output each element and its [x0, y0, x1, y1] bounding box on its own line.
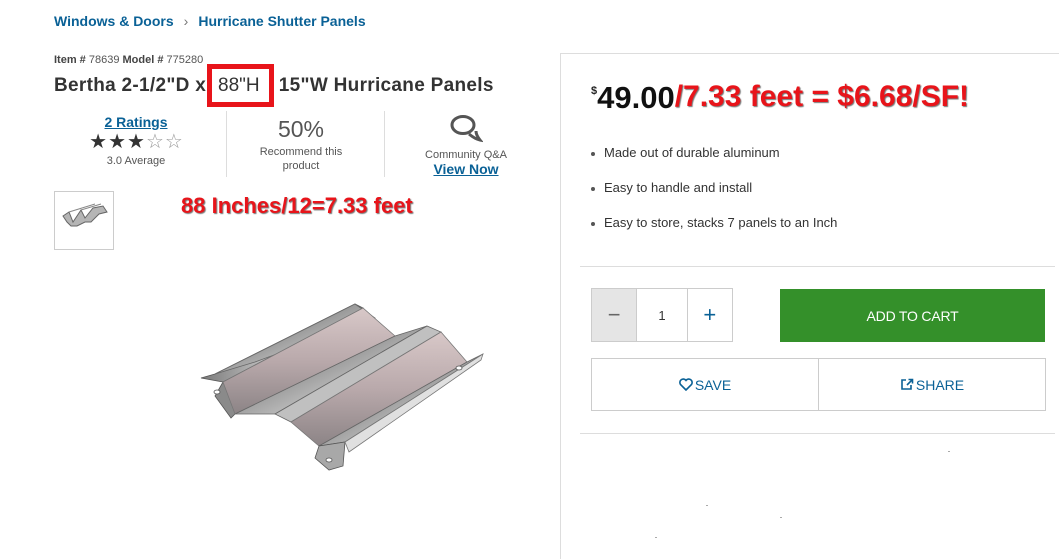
share-button[interactable]: SHARE: [818, 358, 1046, 411]
star-filled-icon: ★: [127, 131, 145, 153]
price-amount: 49.00: [597, 80, 675, 115]
price-calculation-annotation: /7.33 feet = $6.68/SF!: [674, 80, 970, 113]
divider: [384, 111, 385, 177]
star-filled-icon: ★: [89, 131, 108, 153]
divider: [226, 111, 227, 177]
feature-text: Easy to handle and install: [604, 180, 753, 195]
divider: [580, 266, 1055, 267]
chat-bubbles-icon: [450, 115, 484, 143]
list-item: Easy to store, stacks 7 panels to an Inc…: [591, 215, 837, 250]
recommend-label-line1: Recommend this: [259, 146, 343, 158]
artifact-speck: [706, 505, 708, 506]
chevron-right-icon: ›: [183, 13, 189, 29]
divider: [580, 433, 1055, 434]
breadcrumb-link-hurricane-shutter-panels[interactable]: Hurricane Shutter Panels: [198, 13, 365, 29]
star-empty-icon: ☆: [164, 131, 183, 153]
add-to-cart-button[interactable]: ADD TO CART: [780, 289, 1045, 342]
breadcrumb: Windows & Doors › Hurricane Shutter Pane…: [54, 13, 366, 29]
quantity-input[interactable]: 1: [637, 289, 687, 341]
inches-annotation: 88 Inches/12=7.33 feet: [181, 193, 413, 218]
quantity-decrease-button[interactable]: −: [592, 289, 638, 341]
highlight-annotation-box: 88"H: [207, 64, 274, 107]
item-label: Item #: [54, 54, 86, 66]
panel-thumbnail-image: [62, 203, 108, 227]
view-now-link[interactable]: View Now: [405, 161, 527, 177]
ratings-summary: 2 Ratings ★ ★ ★ ☆ ☆ 3.0 Average: [84, 114, 188, 167]
star-filled-icon: ★: [108, 131, 127, 153]
bullet-icon: [591, 222, 595, 226]
list-item: Easy to handle and install: [591, 180, 837, 215]
rating-average: 3.0 Average: [106, 155, 166, 167]
list-item: Made out of durable aluminum: [591, 145, 837, 180]
artifact-speck: [655, 537, 657, 538]
hurricane-panel-image: [200, 303, 484, 471]
star-empty-icon: ☆: [145, 131, 164, 153]
heart-icon: [679, 378, 693, 391]
bullet-icon: [591, 152, 595, 156]
share-icon: [901, 378, 914, 390]
highlight-annotation-text: 88"H: [218, 75, 260, 96]
recommend-label-line2: product: [282, 160, 320, 172]
artifact-speck: [780, 517, 782, 518]
item-model-line: Item # 78639 Model # 775280: [54, 54, 203, 66]
feature-text: Made out of durable aluminum: [604, 145, 780, 160]
community-qa-label: Community Q&A: [425, 149, 507, 161]
feature-text: Easy to store, stacks 7 panels to an Inc…: [604, 215, 838, 230]
community-qa: Community Q&A View Now: [405, 114, 527, 177]
save-button[interactable]: SAVE: [591, 358, 819, 411]
item-number: 78639: [88, 54, 120, 66]
star-rating: ★ ★ ★ ☆ ☆: [84, 132, 188, 152]
recommend-percent: 50%: [277, 116, 325, 142]
share-label: SHARE: [915, 376, 965, 393]
quantity-increase-button[interactable]: +: [686, 289, 732, 341]
artifact-speck: [948, 451, 950, 452]
breadcrumb-link-windows-doors[interactable]: Windows & Doors: [54, 13, 174, 29]
recommend-summary: 50% Recommend this product: [245, 116, 357, 173]
product-main-image: [195, 296, 485, 474]
ratings-count-link[interactable]: 2 Ratings: [84, 114, 188, 130]
price-block: $ 49.00 /7.33 feet = $6.68/SF!: [591, 80, 969, 116]
model-label: Model #: [122, 54, 164, 66]
quantity-stepper: − 1 +: [591, 288, 733, 342]
model-number: 775280: [166, 54, 204, 66]
bullet-icon: [591, 187, 595, 191]
save-label: SAVE: [694, 376, 732, 393]
feature-list: Made out of durable aluminum Easy to han…: [591, 145, 837, 250]
product-thumbnail[interactable]: [54, 191, 114, 250]
